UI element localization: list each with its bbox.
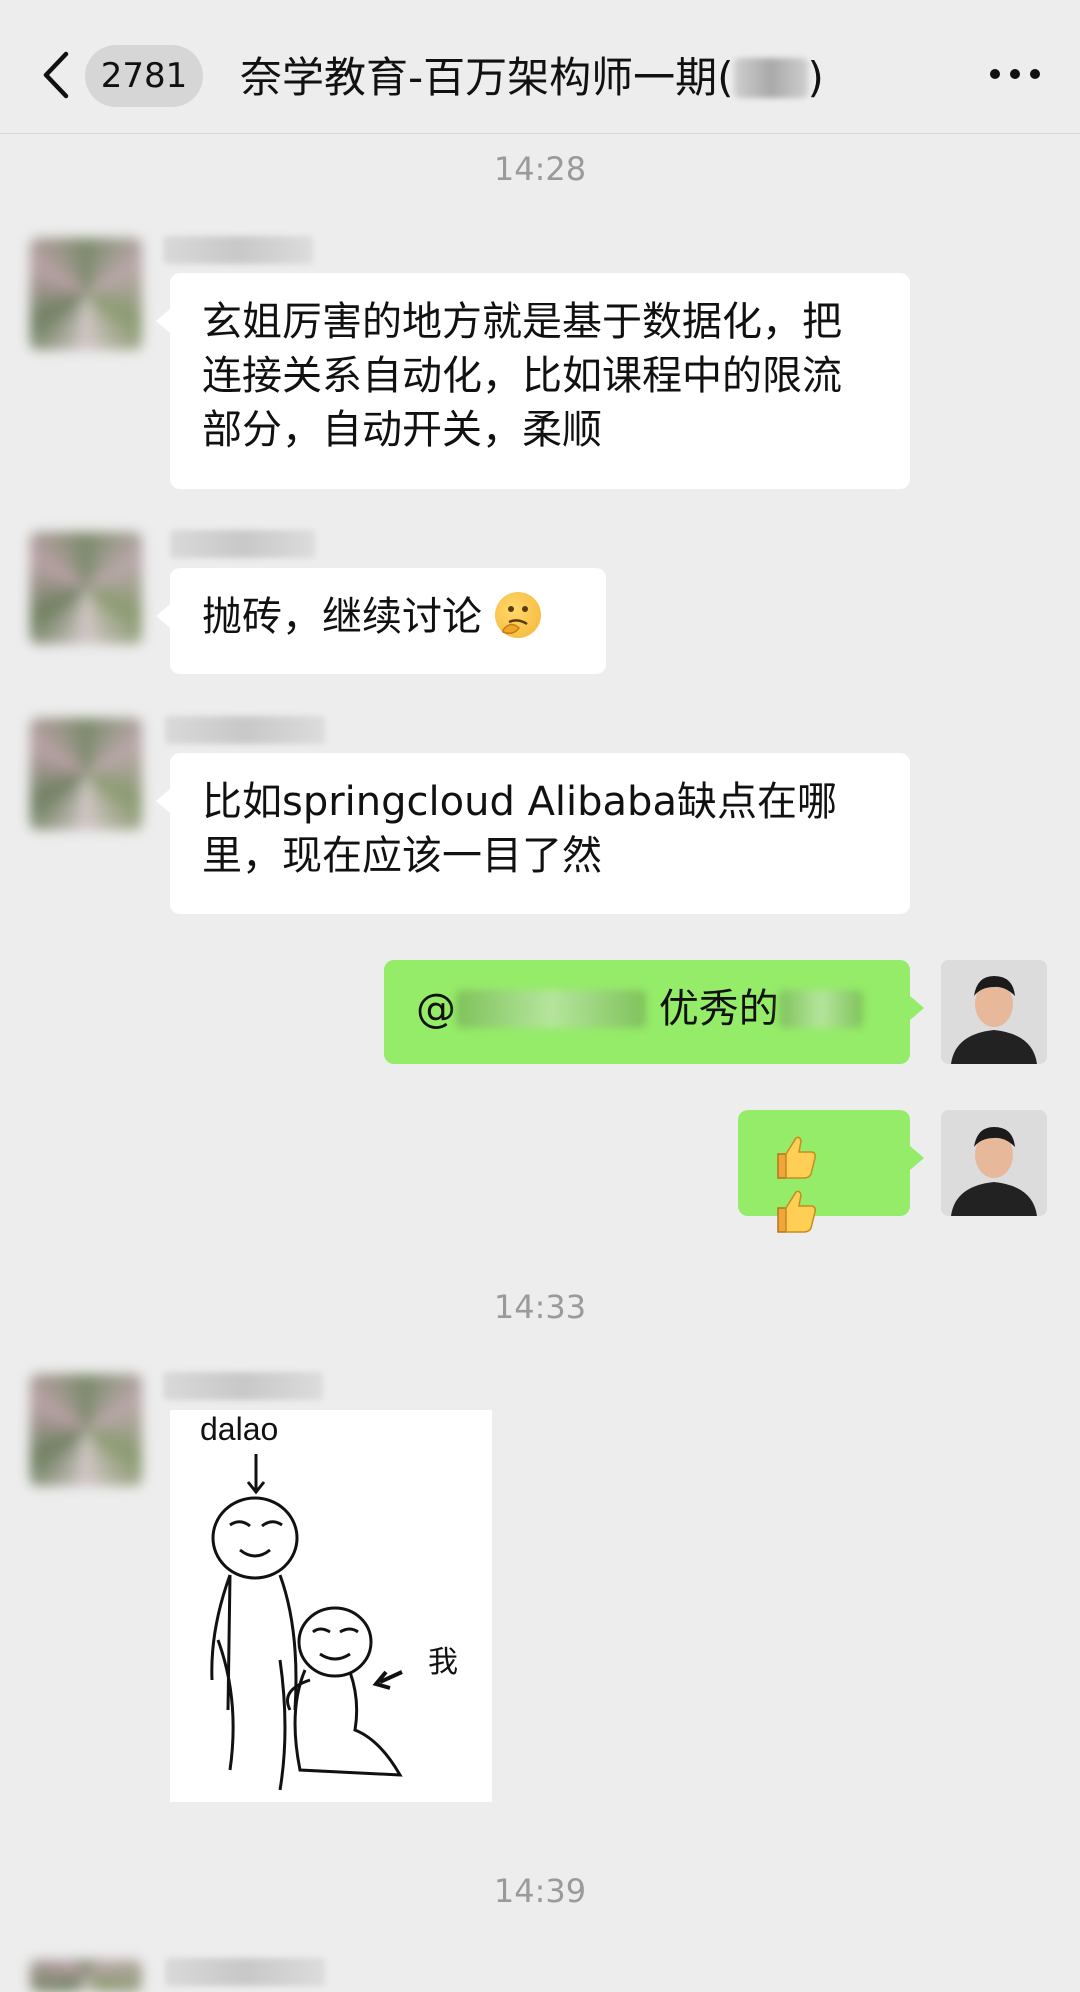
timestamp: 14:33 <box>493 1288 587 1326</box>
avatar[interactable] <box>30 532 142 644</box>
thumbs-up-icon <box>777 1136 816 1179</box>
sender-nickname <box>170 530 315 558</box>
sender-nickname <box>163 1372 323 1400</box>
more-options-icon[interactable] <box>990 66 1040 82</box>
meme-sticker[interactable]: dalao 我 <box>170 1410 492 1802</box>
message-bubble[interactable]: @ 优秀的 <box>384 960 924 1064</box>
redacted-text <box>733 58 808 98</box>
message-bubble[interactable]: 比如springcloud Alibaba缺点在哪里，现在应该一目了然 <box>156 753 910 914</box>
my-avatar[interactable] <box>941 1110 1047 1216</box>
message-text: 比如springcloud Alibaba缺点在哪里，现在应该一目了然 <box>202 779 837 879</box>
sticker-label-top: dalao <box>200 1411 278 1447</box>
message-bubble[interactable]: 抛砖，继续讨论 <box>156 568 606 674</box>
chat-title: 奈学教育-百万架构师一期() <box>240 48 824 108</box>
back-icon[interactable] <box>40 50 72 100</box>
avatar[interactable] <box>30 238 142 350</box>
redacted-mention <box>456 990 646 1028</box>
timestamp: 14:39 <box>493 1872 587 1910</box>
sender-nickname <box>163 236 313 264</box>
thinking-face-icon <box>494 592 541 638</box>
message-text: 抛砖，继续讨论 <box>202 594 482 640</box>
avatar[interactable] <box>30 1960 142 1992</box>
sticker-label-right: 我 <box>428 1645 458 1680</box>
message-bubble[interactable]: 玄姐厉害的地方就是基于数据化，把连接关系自动化，比如课程中的限流部分，自动开关，… <box>156 273 910 489</box>
chat-header: 2781 奈学教育-百万架构师一期() <box>0 0 1080 134</box>
timestamp: 14:28 <box>493 150 587 188</box>
thumbs-up-icon <box>777 1190 816 1233</box>
sender-nickname <box>165 1958 325 1986</box>
message-text: 优秀的 <box>646 986 779 1032</box>
chat-title-end: ) <box>807 53 824 102</box>
message-text: 玄姐厉害的地方就是基于数据化，把连接关系自动化，比如课程中的限流部分，自动开关，… <box>202 299 842 453</box>
mention-prefix: @ <box>416 986 456 1032</box>
avatar[interactable] <box>30 1374 142 1486</box>
my-avatar[interactable] <box>941 960 1047 1064</box>
redacted-text <box>778 990 863 1028</box>
unread-count-badge[interactable]: 2781 <box>85 45 203 107</box>
chat-title-text: 奈学教育-百万架构师一期( <box>240 53 734 102</box>
avatar[interactable] <box>30 718 142 830</box>
message-bubble[interactable] <box>738 1110 924 1233</box>
sender-nickname <box>165 716 325 744</box>
